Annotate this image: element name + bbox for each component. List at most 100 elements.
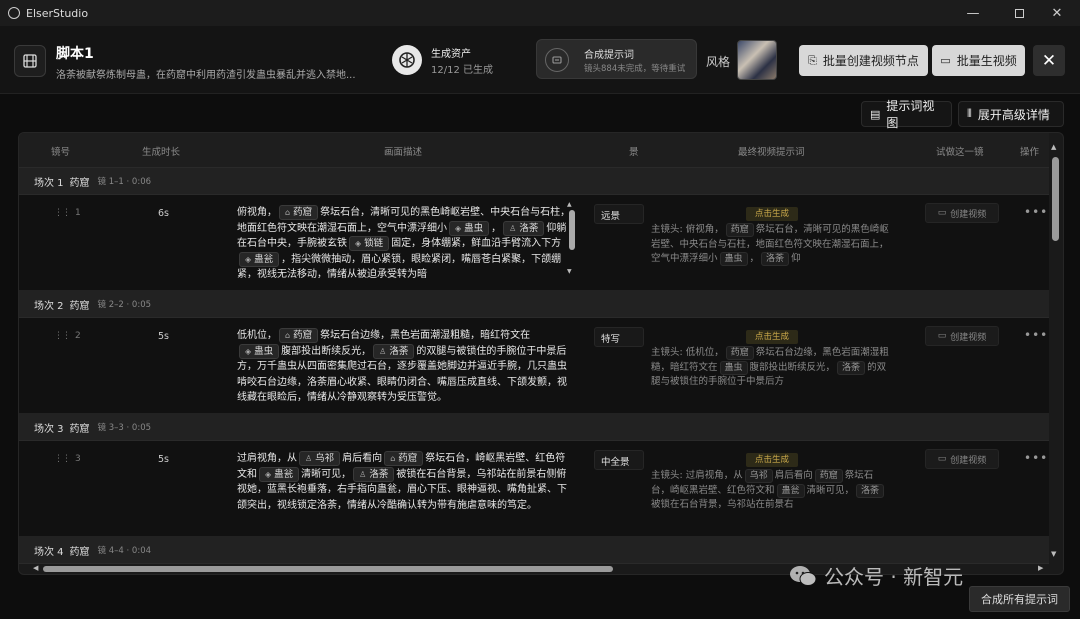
more-actions-icon[interactable]: ••• xyxy=(1024,451,1048,465)
entity-tag: 洛荼 xyxy=(761,252,790,266)
synth-title: 合成提示词 xyxy=(584,50,634,61)
entity-tag: 洛荼 xyxy=(837,360,866,375)
shot-number: ⋮⋮ 2 xyxy=(54,331,81,341)
col-description: 画面描述 xyxy=(384,147,423,158)
synth-status: 镜头884未完成，等待重试 xyxy=(584,64,686,74)
expand-details-button[interactable]: ⦀ 展开高级详情 xyxy=(958,101,1064,127)
window-close-button[interactable]: ✕ xyxy=(1034,0,1080,26)
entity-tag[interactable]: ◈ 蛊虫 xyxy=(239,343,280,359)
click-generate-chip[interactable]: 点击生成 xyxy=(746,207,798,221)
table-row[interactable]: ⋮⋮ 1 6s 俯视角， ⌂ 药窟 祭坛石台，清晰可见的黑色崎岖岩壁、中央石台与石柱，地… xyxy=(19,195,1049,291)
hscroll-thumb[interactable] xyxy=(43,566,613,572)
batch-video-button[interactable]: ▭ 批量生视频 xyxy=(932,45,1025,76)
shot-duration[interactable]: 6s xyxy=(158,208,169,219)
scene-label: 场次 4 xyxy=(34,546,64,558)
synth-all-prompts-button[interactable]: 合成所有提示词 xyxy=(969,586,1070,612)
create-video-button[interactable]: ▭ 创建视频 xyxy=(925,326,999,346)
scene-location: 药窟 xyxy=(69,177,90,189)
character-icon: ♙ xyxy=(509,223,517,233)
shot-description[interactable]: 低机位， ⌂ 药窟 祭坛石台边缘，黑色岩面潮湿粗糙，暗红符文在◈ 蛊虫 腹部投出断续反光，… xyxy=(237,328,571,408)
shot-description[interactable]: 过肩视角，从 ♙ 乌祁 肩后看向 ⌂ 药窟 祭坛石台，崎岖黑岩壁、红色符文和 ◈ 蛊瓮 清晰可见，… xyxy=(237,451,571,531)
shot-duration[interactable]: 5s xyxy=(158,331,169,342)
scene-meta: 镜 1–1 · 0:06 xyxy=(97,177,152,187)
assets-title: 生成资产 xyxy=(431,49,471,60)
shot-table: 镜号 生成时长 画面描述 景 最终视频提示词 试做这一镜 操作 场次 1 药窟 … xyxy=(18,132,1064,575)
scene-location: 药窟 xyxy=(69,423,90,435)
film-icon xyxy=(14,45,46,77)
scene-meta: 镜 4–4 · 0:04 xyxy=(97,546,152,556)
scene-meta: 镜 2–2 · 0:05 xyxy=(97,300,152,310)
shot-description[interactable]: 俯视角， ⌂ 药窟 祭坛石台，清晰可见的黑色崎岖岩壁、中央石台与石柱，地面红色符文映在… xyxy=(237,205,571,285)
style-label: 风格 xyxy=(706,55,731,69)
entity-tag[interactable]: ◈ 蛊虫 xyxy=(449,220,490,236)
scene-header[interactable]: 场次 4 药窟 镜 4–4 · 0:04 xyxy=(19,537,1049,564)
shot-type-select[interactable]: 特写 xyxy=(594,327,644,347)
shot-type-select[interactable]: 远景 xyxy=(594,204,644,224)
table-row[interactable]: ⋮⋮ 3 5s 过肩视角，从 ♙ 乌祁 肩后看向 ⌂ 药窟 祭坛石台，崎岖黑岩壁、红色符文和 ◈… xyxy=(19,441,1049,537)
scene-label: 场次 1 xyxy=(34,177,64,189)
assets-status-icon xyxy=(392,45,422,75)
create-video-button[interactable]: ▭ 创建视频 xyxy=(925,203,999,223)
close-icon[interactable]: ✕ xyxy=(1033,45,1065,76)
scene-location: 药窟 xyxy=(69,300,90,312)
entity-tag[interactable]: ♙ 洛荼 xyxy=(373,343,415,359)
entity-tag: 蛊虫 xyxy=(719,360,748,375)
entity-tag[interactable]: ⌂ 药窟 xyxy=(279,205,319,220)
entity-tag[interactable]: ♙ 乌祁 xyxy=(299,451,341,466)
entity-tag[interactable]: ◈ 锁链 xyxy=(349,236,390,251)
entity-tag[interactable]: ♙ 洛荼 xyxy=(353,466,395,482)
vertical-scrollbar[interactable]: ▲ ▼ xyxy=(1051,143,1060,561)
batch-create-nodes-button[interactable]: ⎘ 批量创建视频节点 xyxy=(799,45,928,76)
final-video-prompt[interactable]: 主镜头: 低机位， 药窟 祭坛石台边缘，黑色岩面潮湿粗糙，暗红符文在 蛊虫 腹部投出断续… xyxy=(651,346,891,406)
table-header: 镜号 生成时长 画面描述 景 最终视频提示词 试做这一镜 操作 xyxy=(19,133,1049,168)
more-actions-icon[interactable]: ••• xyxy=(1024,328,1048,342)
scene-header[interactable]: 场次 2 药窟 镜 2–2 · 0:05 xyxy=(19,291,1049,318)
video-icon: ▭ xyxy=(940,54,951,67)
final-video-prompt[interactable]: 主镜头: 过肩视角，从 乌祁 肩后看向 药窟 祭坛石台，崎岖黑岩壁、红色符文和 蛊瓮 清晰可… xyxy=(651,469,891,529)
table-row[interactable]: ⋮⋮ 2 5s 低机位， ⌂ 药窟 祭坛石台边缘，黑色岩面潮湿粗糙，暗红符文在◈ 蛊虫 腹部… xyxy=(19,318,1049,414)
synth-status-icon xyxy=(545,48,569,72)
entity-tag[interactable]: ⌂ 药窟 xyxy=(279,328,319,343)
object-icon: ◈ xyxy=(455,223,462,233)
scroll-thumb[interactable] xyxy=(1052,157,1059,241)
synth-prompt-card[interactable]: 合成提示词 镜头884未完成，等待重试 xyxy=(536,39,697,79)
entity-tag: 蛊虫 xyxy=(719,252,748,266)
location-icon: ⌂ xyxy=(390,454,396,463)
col-duration: 生成时长 xyxy=(142,147,181,158)
scene-header[interactable]: 场次 1 药窟 镜 1–1 · 0:06 xyxy=(19,168,1049,195)
entity-tag[interactable]: ⌂ 药窟 xyxy=(384,451,424,466)
watermark: 公众号 · 新智元 xyxy=(788,561,963,590)
col-actions: 操作 xyxy=(1020,147,1040,158)
object-icon: ◈ xyxy=(245,254,252,264)
entity-tag[interactable]: ◈ 蛊瓮 xyxy=(259,466,300,482)
character-icon: ♙ xyxy=(359,469,367,479)
drag-handle-icon[interactable]: ⋮⋮ xyxy=(54,208,71,218)
video-icon: ▭ xyxy=(937,208,947,218)
shot-type-select[interactable]: 中全景 xyxy=(594,450,644,470)
prompt-view-button[interactable]: ▤ 提示词视图 xyxy=(861,99,952,130)
more-actions-icon[interactable]: ••• xyxy=(1024,205,1048,219)
script-title: 脚本1 xyxy=(56,46,94,62)
scene-header[interactable]: 场次 3 药窟 镜 3–3 · 0:05 xyxy=(19,414,1049,441)
object-icon: ◈ xyxy=(265,469,272,479)
character-icon: ♙ xyxy=(379,346,387,356)
entity-tag: 药窟 xyxy=(725,346,754,360)
character-icon: ♙ xyxy=(305,454,313,463)
drag-handle-icon[interactable]: ⋮⋮ xyxy=(54,331,71,341)
app-logo-icon xyxy=(8,7,20,19)
create-video-button[interactable]: ▭ 创建视频 xyxy=(925,449,999,469)
click-generate-chip[interactable]: 点击生成 xyxy=(746,453,798,467)
entity-tag[interactable]: ◈ 蛊瓮 xyxy=(239,251,280,267)
col-shot-type: 景 xyxy=(629,147,639,158)
entity-tag[interactable]: ♙ 洛荼 xyxy=(503,220,545,236)
description-scrollbar[interactable]: ▲ ▼ xyxy=(567,201,577,281)
style-thumbnail[interactable] xyxy=(737,40,777,80)
scene-label: 场次 3 xyxy=(34,423,64,435)
click-generate-chip[interactable]: 点击生成 xyxy=(746,330,798,344)
shot-number: ⋮⋮ 3 xyxy=(54,454,81,464)
shot-duration[interactable]: 5s xyxy=(158,454,169,465)
drag-handle-icon[interactable]: ⋮⋮ xyxy=(54,454,71,464)
minimize-button[interactable]: — xyxy=(950,0,996,26)
final-video-prompt[interactable]: 主镜头: 俯视角， 药窟 祭坛石台，清晰可见的黑色崎岖岩壁、中央石台与石柱，地面红色… xyxy=(651,223,891,283)
scene-meta: 镜 3–3 · 0:05 xyxy=(97,423,152,433)
